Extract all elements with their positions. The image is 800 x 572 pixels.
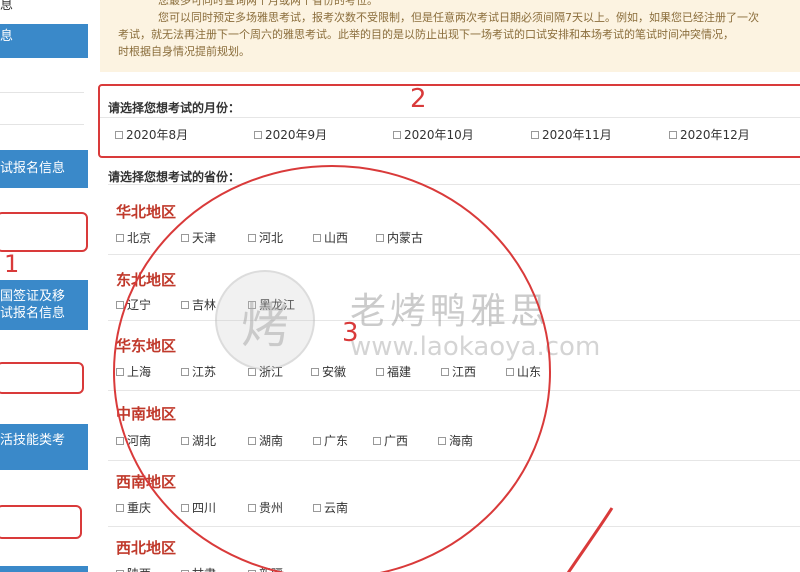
annotation-number-3: 3 bbox=[342, 318, 359, 348]
annotation-arrow bbox=[566, 507, 614, 572]
annotation-overlay bbox=[113, 165, 614, 572]
annotation-circle-3 bbox=[113, 165, 551, 572]
